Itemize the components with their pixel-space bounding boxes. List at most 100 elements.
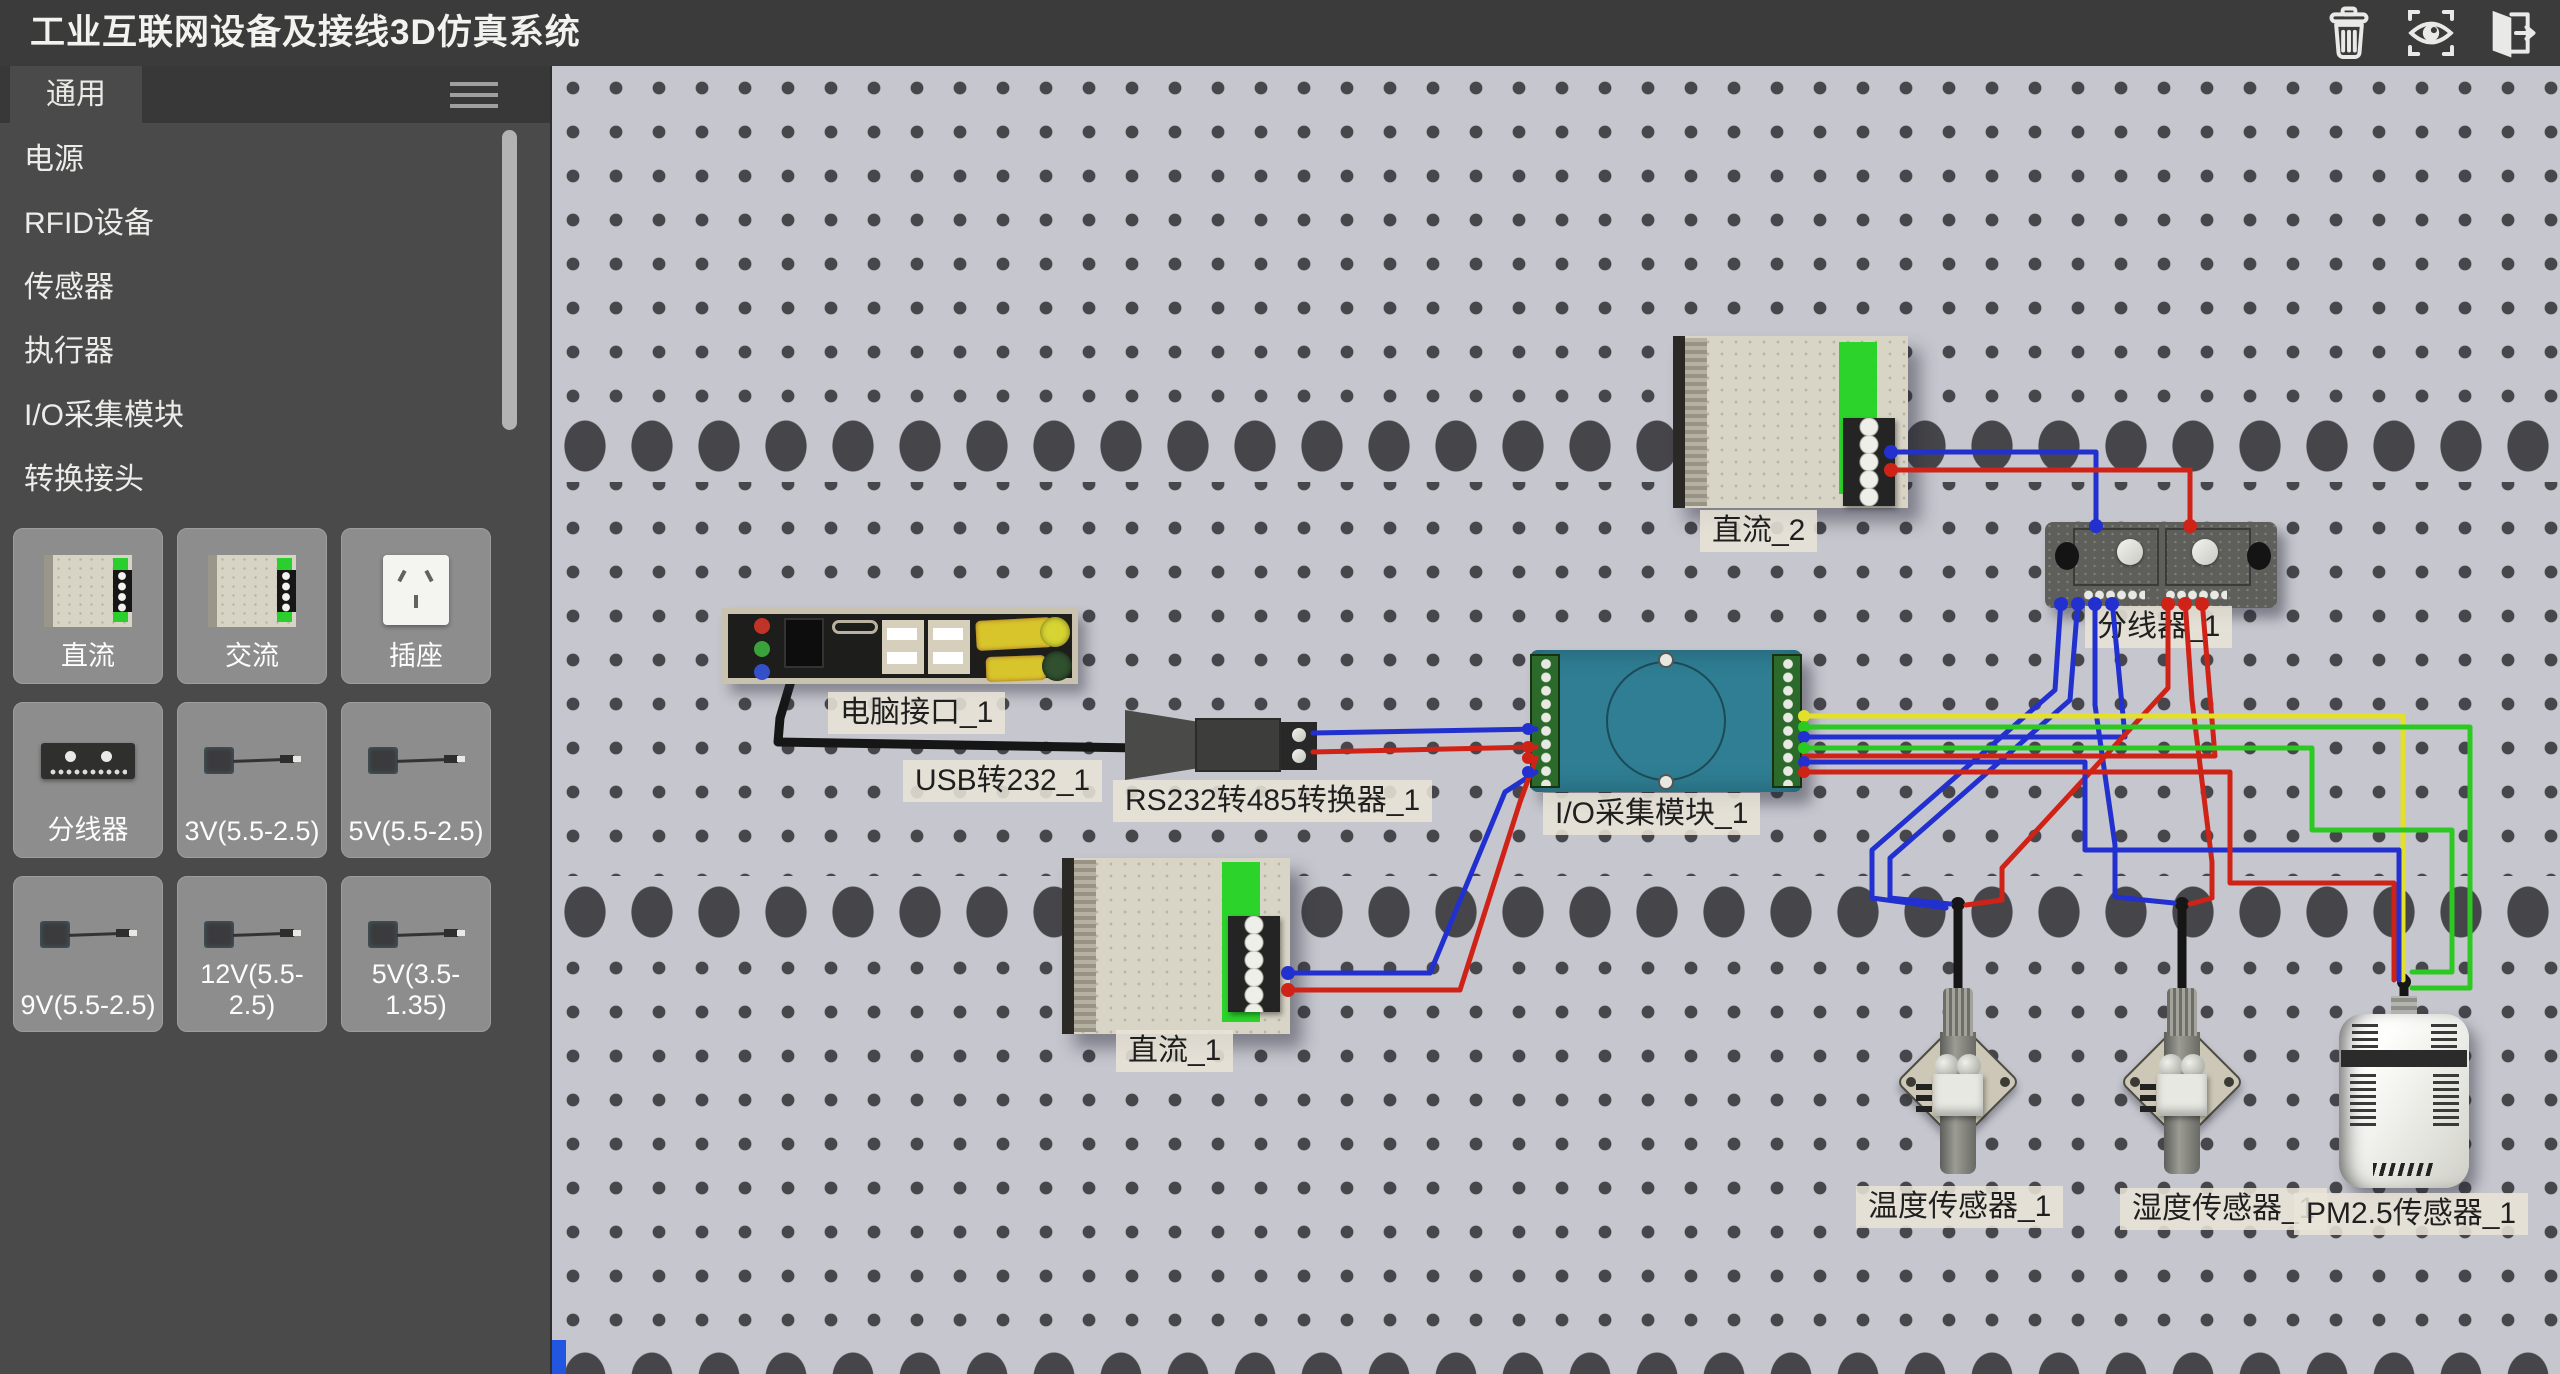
pm25-band bbox=[2341, 1050, 2467, 1067]
palette-card[interactable]: 交流 bbox=[177, 528, 327, 684]
io-module-circle bbox=[1606, 661, 1726, 781]
tab-general[interactable]: 通用 bbox=[10, 66, 142, 123]
panel-slot bbox=[832, 620, 878, 634]
device-thumbnail-icon bbox=[202, 741, 302, 787]
category-label: 转换接头 bbox=[24, 463, 144, 496]
delete-icon[interactable] bbox=[2318, 5, 2380, 61]
category-label: RFID设备 bbox=[24, 207, 154, 240]
palette-card-label: 9V(5.5-2.5) bbox=[14, 990, 162, 1021]
device-thumbnail-icon bbox=[208, 555, 296, 627]
device-thumbnail-icon bbox=[202, 915, 302, 961]
usb-port-connected[interactable] bbox=[784, 618, 824, 668]
sidebar-category[interactable]: 转换接头 bbox=[0, 448, 550, 512]
app-title: 工业互联网设备及接线3D仿真系统 bbox=[30, 0, 581, 66]
sidebar-category[interactable]: RFID设备 bbox=[0, 192, 550, 256]
palette-card[interactable]: 5V(3.5-1.35) bbox=[341, 876, 491, 1032]
terminal-screw bbox=[1292, 728, 1306, 742]
pegboard-hole-row bbox=[552, 410, 2560, 482]
psu-edge bbox=[1673, 336, 1685, 508]
splitter-terminals[interactable] bbox=[2165, 590, 2227, 600]
converter-terminal-block[interactable] bbox=[1281, 722, 1317, 770]
ps2-port-yellow bbox=[1040, 617, 1070, 647]
sidebar-scrollbar[interactable] bbox=[502, 130, 517, 430]
sidebar-category[interactable]: 执行器 bbox=[0, 320, 550, 384]
device-temperature-sensor-1[interactable] bbox=[1902, 988, 2014, 1188]
palette-card[interactable]: 直流 bbox=[13, 528, 163, 684]
device-rs232-485-converter-1[interactable] bbox=[1125, 710, 1317, 780]
device-label: 分线器_1 bbox=[2085, 606, 2232, 648]
sidebar-category[interactable]: I/O采集模块 bbox=[0, 384, 550, 448]
device-label: PM2.5传感器_1 bbox=[2294, 1193, 2528, 1235]
pegboard-hole-row bbox=[552, 1342, 2560, 1374]
pegboard-hole-row bbox=[552, 876, 2560, 948]
menu-icon[interactable] bbox=[450, 82, 498, 108]
psu-terminal-block[interactable] bbox=[1843, 418, 1895, 506]
sensor-cap bbox=[1943, 988, 1973, 1036]
usb-ports[interactable] bbox=[928, 620, 970, 674]
device-thumbnail-icon bbox=[383, 555, 449, 625]
sidebar: 通用 电源 RFID设备 传感器 执行器 I/O采集模块 转换接头 bbox=[0, 66, 552, 1374]
splitter-section bbox=[2073, 528, 2159, 586]
pm25-vent bbox=[2350, 1074, 2376, 1126]
pm25-hatch bbox=[2373, 1163, 2435, 1176]
sidebar-category[interactable]: 传感器 bbox=[0, 256, 550, 320]
device-thumbnail-icon bbox=[38, 915, 138, 961]
mount-hole bbox=[2224, 1077, 2234, 1087]
palette-card-label: 3V(5.5-2.5) bbox=[178, 816, 326, 847]
palette-card[interactable]: 3V(5.5-2.5) bbox=[177, 702, 327, 858]
category-label: 电源 bbox=[24, 143, 84, 176]
palette-card[interactable]: 5V(5.5-2.5) bbox=[341, 702, 491, 858]
device-label: I/O采集模块_1 bbox=[1543, 793, 1760, 835]
device-pc-interface-1[interactable] bbox=[722, 608, 1078, 684]
title-bar: 工业互联网设备及接线3D仿真系统 bbox=[0, 0, 2560, 66]
device-thumbnail-icon bbox=[366, 915, 466, 961]
palette-card[interactable]: 分线器 bbox=[13, 702, 163, 858]
splitter-hole bbox=[2247, 542, 2271, 570]
psu-ribs bbox=[1074, 860, 1096, 1032]
splitter-screw bbox=[2192, 539, 2218, 565]
device-dc-power-1[interactable] bbox=[1062, 858, 1290, 1034]
mount-hole bbox=[2000, 1077, 2010, 1087]
device-dc-power-2[interactable] bbox=[1673, 336, 1908, 508]
splitter-hole bbox=[2055, 542, 2079, 570]
device-io-module-1[interactable] bbox=[1530, 650, 1802, 792]
palette-card[interactable]: 12V(5.5-2.5) bbox=[177, 876, 327, 1032]
db9-hood bbox=[1125, 710, 1203, 780]
palette-card-label: 直流 bbox=[14, 634, 162, 673]
device-pm25-sensor-1[interactable] bbox=[2339, 1010, 2469, 1188]
palette-card[interactable]: 插座 bbox=[341, 528, 491, 684]
device-label: 直流_1 bbox=[1116, 1030, 1233, 1072]
pm25-vent bbox=[2352, 1022, 2378, 1048]
palette-card[interactable]: 9V(5.5-2.5) bbox=[13, 876, 163, 1032]
category-label: I/O采集模块 bbox=[24, 399, 184, 432]
serial-port-db9[interactable] bbox=[986, 655, 1047, 682]
palette-card-label: 插座 bbox=[342, 634, 490, 673]
category-list: 电源 RFID设备 传感器 执行器 I/O采集模块 转换接头 bbox=[0, 128, 550, 512]
device-label: 直流_2 bbox=[1700, 510, 1817, 552]
ps2-port-green bbox=[1042, 651, 1072, 681]
io-terminal-strip-right[interactable] bbox=[1772, 654, 1802, 788]
splitter-screw bbox=[2117, 539, 2143, 565]
device-label: 温度传感器_1 bbox=[1856, 1186, 2063, 1228]
palette-card-label: 5V(5.5-2.5) bbox=[342, 816, 490, 847]
mount-hole bbox=[2130, 1077, 2140, 1087]
device-label: RS232转485转换器_1 bbox=[1113, 780, 1432, 822]
category-label: 传感器 bbox=[24, 271, 114, 304]
sidebar-category[interactable]: 电源 bbox=[0, 128, 550, 192]
device-splitter-1[interactable] bbox=[2045, 522, 2277, 608]
viewport-corner-marker bbox=[552, 1340, 566, 1374]
device-humidity-sensor-1[interactable] bbox=[2126, 988, 2238, 1188]
io-screw bbox=[1658, 652, 1674, 668]
audio-jack-blue bbox=[754, 664, 770, 680]
sensor-pins bbox=[2140, 1082, 2156, 1112]
device-thumbnail-icon bbox=[44, 555, 132, 627]
psu-terminal-block[interactable] bbox=[1228, 916, 1280, 1012]
usb-ports[interactable] bbox=[882, 620, 924, 674]
view-icon[interactable] bbox=[2400, 5, 2462, 61]
terminal-screw bbox=[1292, 749, 1306, 763]
device-thumbnail-icon bbox=[366, 741, 466, 787]
device-label: USB转232_1 bbox=[903, 760, 1102, 802]
palette-card-label: 5V(3.5-1.35) bbox=[342, 959, 490, 1021]
device-thumbnail-icon bbox=[41, 743, 135, 779]
exit-icon[interactable] bbox=[2478, 5, 2540, 61]
